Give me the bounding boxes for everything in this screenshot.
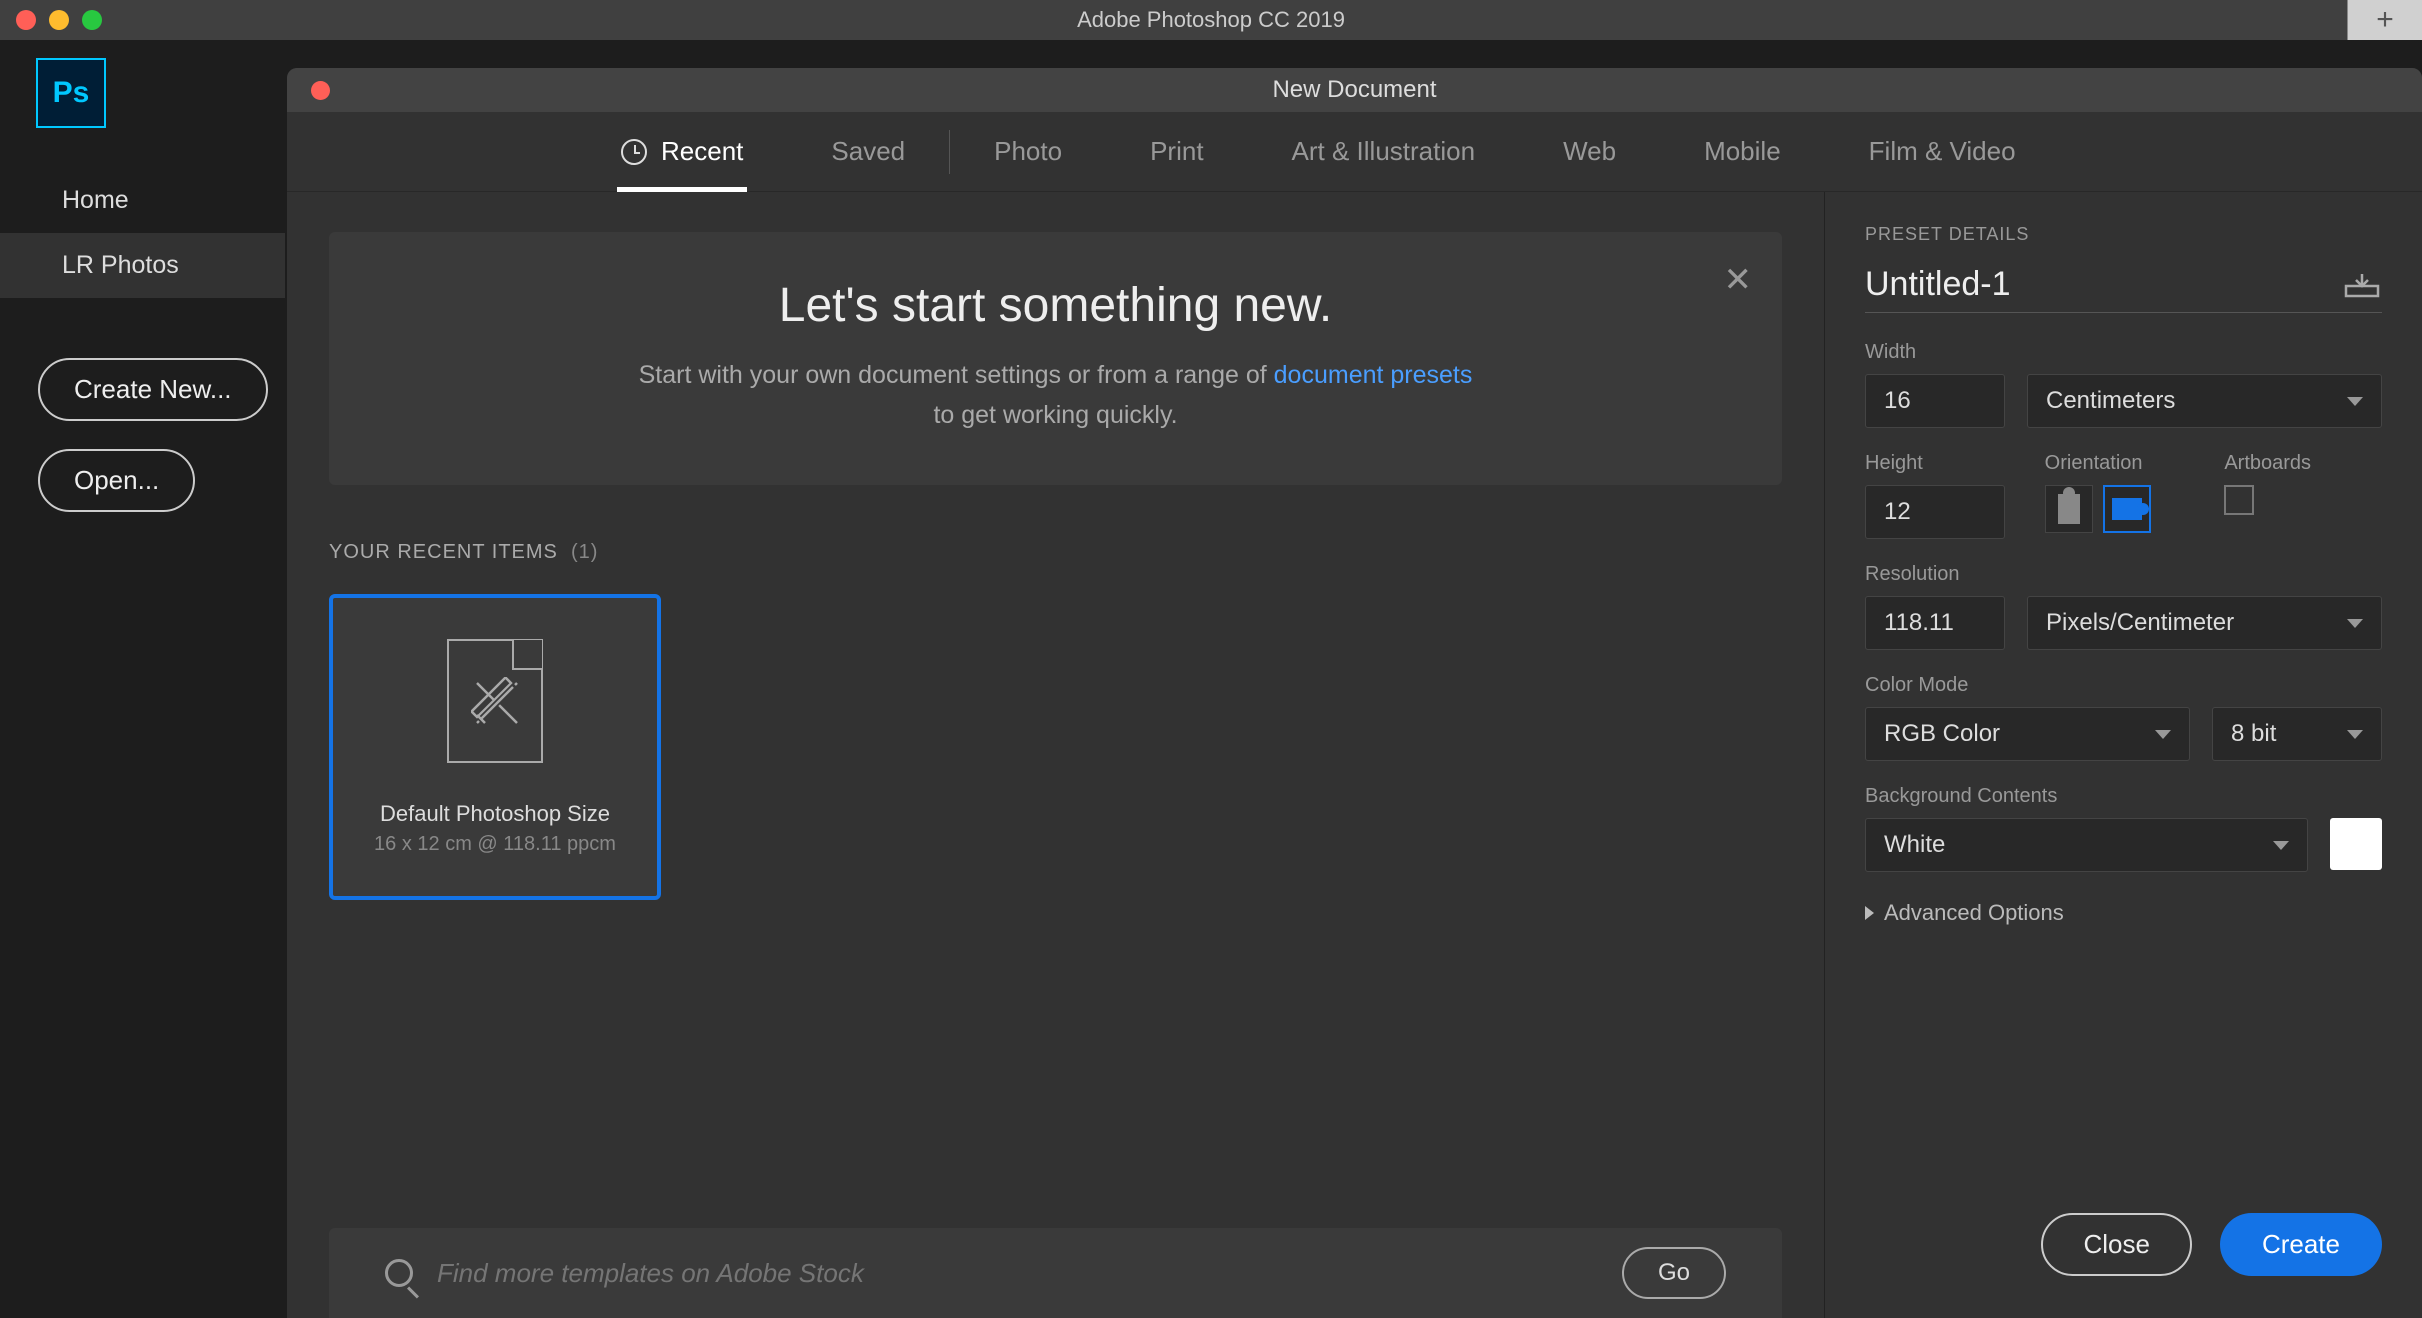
preset-details-panel: PRESET DETAILS Width Centimeters Height (1824, 192, 2422, 1318)
colormode-label: Color Mode (1865, 674, 2382, 697)
tab-label: Web (1563, 136, 1616, 167)
tab-photo[interactable]: Photo (950, 112, 1106, 192)
chevron-down-icon (2155, 730, 2171, 739)
chevron-down-icon (2347, 730, 2363, 739)
search-icon (385, 1259, 413, 1287)
tab-label: Film & Video (1869, 136, 2016, 167)
width-input[interactable] (1865, 374, 2005, 428)
tab-print[interactable]: Print (1106, 112, 1247, 192)
stock-search-bar: Go (329, 1228, 1782, 1318)
orientation-label: Orientation (2045, 452, 2203, 475)
hero-heading: Let's start something new. (379, 278, 1732, 333)
recent-items-label: YOUR RECENT ITEMS (1) (329, 541, 1782, 564)
tab-art-illustration[interactable]: Art & Illustration (1248, 112, 1520, 192)
preset-name-input[interactable] (1865, 265, 2322, 304)
window-maximize-button[interactable] (82, 10, 102, 30)
document-icon (447, 639, 543, 763)
create-new-button[interactable]: Create New... (38, 358, 268, 421)
sidebar-item-home[interactable]: Home (0, 168, 285, 233)
window-minimize-button[interactable] (49, 10, 69, 30)
tab-film-video[interactable]: Film & Video (1825, 112, 2060, 192)
sidebar-item-lr-photos[interactable]: LR Photos (0, 233, 285, 298)
preset-meta: 16 x 12 cm @ 118.11 ppcm (374, 833, 616, 856)
stock-search-input[interactable] (437, 1258, 1598, 1289)
new-tab-button[interactable]: + (2347, 0, 2422, 40)
hero-close-button[interactable]: ✕ (1724, 260, 1753, 300)
stock-go-button[interactable]: Go (1622, 1247, 1726, 1299)
height-input[interactable] (1865, 485, 2005, 539)
hero-subtext: Start with your own document settings or… (379, 355, 1732, 435)
tab-label: Mobile (1704, 136, 1781, 167)
app-title: Adobe Photoshop CC 2019 (1077, 7, 1345, 33)
chevron-down-icon (2347, 397, 2363, 406)
window-close-button[interactable] (16, 10, 36, 30)
tab-label: Recent (661, 136, 743, 167)
tab-web[interactable]: Web (1519, 112, 1660, 192)
bg-contents-dropdown[interactable]: White (1865, 818, 2308, 872)
resolution-unit-dropdown[interactable]: Pixels/Centimeter (2027, 596, 2382, 650)
dialog-tabs: Recent Saved Photo Print Art & Illustrat… (287, 112, 2422, 192)
width-label: Width (1865, 341, 2382, 364)
history-icon (621, 139, 647, 165)
new-document-dialog: New Document Recent Saved Photo Print Ar… (287, 68, 2422, 1318)
dialog-title: New Document (1272, 76, 1436, 104)
close-button[interactable]: Close (2041, 1213, 2191, 1276)
colormode-dropdown[interactable]: RGB Color (1865, 707, 2190, 761)
dialog-main-area: ✕ Let's start something new. Start with … (287, 192, 1824, 1318)
open-button[interactable]: Open... (38, 449, 195, 512)
hero-banner: ✕ Let's start something new. Start with … (329, 232, 1782, 485)
artboards-label: Artboards (2224, 452, 2382, 475)
resolution-input[interactable] (1865, 596, 2005, 650)
save-preset-icon[interactable] (2342, 272, 2382, 298)
chevron-down-icon (2273, 841, 2289, 850)
dialog-titlebar: New Document (287, 68, 2422, 112)
photoshop-logo: Ps (36, 58, 106, 128)
tab-label: Print (1150, 136, 1203, 167)
tab-recent[interactable]: Recent (577, 112, 787, 192)
colordepth-dropdown[interactable]: 8 bit (2212, 707, 2382, 761)
bg-color-swatch[interactable] (2330, 818, 2382, 870)
tab-mobile[interactable]: Mobile (1660, 112, 1825, 192)
advanced-options-toggle[interactable]: Advanced Options (1865, 900, 2382, 926)
tab-label: Saved (831, 136, 905, 167)
preset-card-default[interactable]: Default Photoshop Size 16 x 12 cm @ 118.… (329, 594, 661, 900)
create-button[interactable]: Create (2220, 1213, 2382, 1276)
orientation-portrait-button[interactable] (2045, 485, 2093, 533)
height-label: Height (1865, 452, 2023, 475)
width-unit-dropdown[interactable]: Centimeters (2027, 374, 2382, 428)
artboards-checkbox[interactable] (2224, 485, 2254, 515)
resolution-label: Resolution (1865, 563, 2382, 586)
bg-label: Background Contents (1865, 785, 2382, 808)
app-titlebar: Adobe Photoshop CC 2019 + (0, 0, 2422, 40)
document-presets-link[interactable]: document presets (1274, 361, 1473, 389)
home-sidebar: Ps Home LR Photos Create New... Open... (0, 40, 285, 1318)
tab-label: Art & Illustration (1292, 136, 1476, 167)
dialog-close-button[interactable] (311, 81, 330, 100)
tab-saved[interactable]: Saved (787, 112, 949, 192)
preset-name: Default Photoshop Size (380, 801, 610, 827)
panel-heading: PRESET DETAILS (1865, 224, 2382, 245)
chevron-down-icon (2347, 619, 2363, 628)
tab-label: Photo (994, 136, 1062, 167)
orientation-landscape-button[interactable] (2103, 485, 2151, 533)
chevron-right-icon (1865, 906, 1874, 920)
